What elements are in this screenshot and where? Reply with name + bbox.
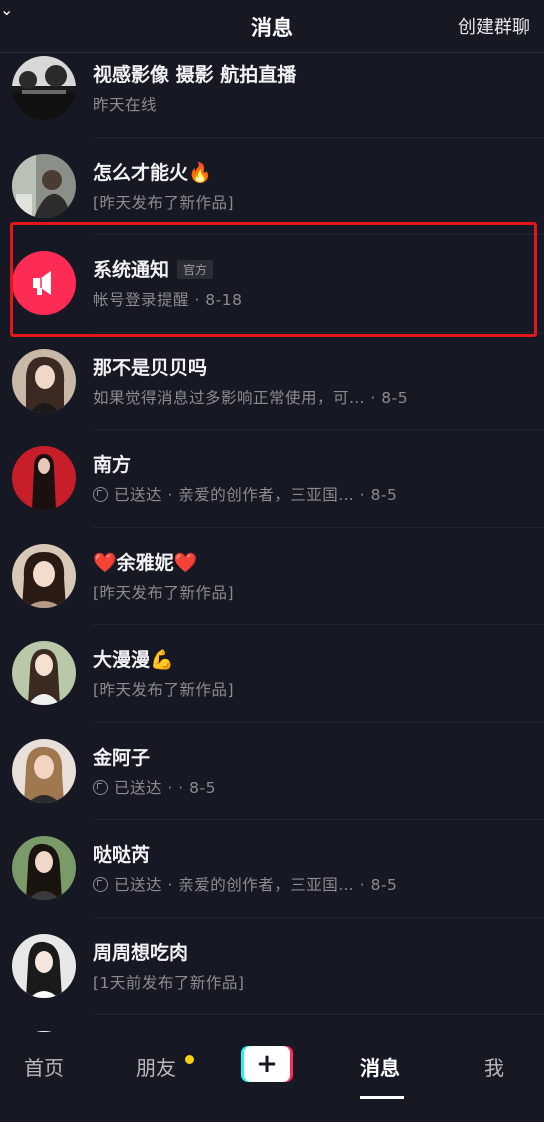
last-message: [昨天发布了新作品]: [93, 583, 235, 602]
conversation-row[interactable]: 南方 已送达 · 亲爱的创作者，三亚国… · 8-5: [0, 430, 544, 528]
pull-indicator: ⌄: [0, 0, 544, 19]
megaphone-icon[interactable]: [12, 251, 76, 315]
contact-name: 怎么才能火🔥: [93, 161, 212, 184]
conversation-row[interactable]: 怎么才能火🔥 [昨天发布了新作品]: [0, 138, 544, 235]
conversation-row[interactable]: 大漫漫💪 [昨天发布了新作品]: [0, 625, 544, 723]
notification-dot: [185, 1055, 194, 1064]
active-tab-indicator: [360, 1096, 404, 1099]
last-message: 帐号登录提醒 · 8-18: [93, 291, 243, 309]
user-avatar[interactable]: [12, 153, 76, 218]
system-notification-title: 系统通知: [93, 259, 170, 281]
conversation-row[interactable]: 哒哒芮 已送达 · 亲爱的创作者，三亚国… · 8-5: [0, 820, 544, 918]
nav-messages[interactable]: 消息: [360, 1052, 400, 1081]
contact-name: 周周想吃肉: [93, 941, 189, 964]
contact-name: 哒哒芮: [93, 844, 151, 866]
last-message: 已送达 · · 8-5: [93, 776, 216, 798]
last-message-text: 已送达 · · 8-5: [114, 778, 216, 797]
user-avatar[interactable]: [12, 738, 76, 803]
contact-name: 视感影像 摄影 航拍直播: [93, 64, 297, 86]
contact-name: 系统通知 官方: [93, 255, 214, 282]
nav-home[interactable]: 首页: [24, 1052, 64, 1081]
contact-name: 金阿子: [93, 746, 151, 769]
last-message: [昨天发布了新作品]: [93, 193, 235, 212]
official-badge: 官方: [177, 260, 214, 279]
contact-name: 南方: [93, 454, 132, 476]
last-message: [昨天发布了新作品]: [93, 681, 235, 699]
last-message: 已送达 · 亲爱的创作者，三亚国… · 8-5: [93, 873, 397, 895]
user-avatar[interactable]: [12, 446, 76, 510]
user-avatar[interactable]: [12, 836, 76, 900]
user-avatar[interactable]: [12, 348, 76, 413]
sent-status-icon: [93, 487, 108, 502]
last-message: 如果觉得消息过多影响正常使用，可… · 8-5: [93, 388, 409, 407]
conversation-row[interactable]: 视感影像 摄影 航拍直播 昨天在线: [0, 40, 544, 138]
sent-status-icon: [93, 779, 108, 795]
create-button[interactable]: +: [241, 1046, 294, 1082]
conversation-row[interactable]: ❤️余雅妮❤️ [昨天发布了新作品]: [0, 528, 544, 625]
conversation-row[interactable]: 金阿子 已送达 · · 8-5: [0, 723, 544, 820]
conversation-row[interactable]: 周周想吃肉 [1天前发布了新作品]: [0, 918, 544, 1015]
plus-icon: +: [244, 1046, 290, 1082]
user-avatar[interactable]: [12, 543, 76, 608]
last-message-text: 已送达 · 亲爱的创作者，三亚国… · 8-5: [114, 876, 398, 894]
last-message: 已送达 · 亲爱的创作者，三亚国… · 8-5: [93, 483, 397, 505]
last-message: [1天前发布了新作品]: [93, 973, 245, 992]
last-message-text: 已送达 · 亲爱的创作者，三亚国… · 8-5: [114, 486, 398, 504]
contact-name: 大漫漫💪: [93, 649, 174, 671]
user-avatar[interactable]: [12, 641, 76, 705]
contact-name: 那不是贝贝吗: [93, 356, 208, 379]
landscape-avatar[interactable]: [12, 56, 76, 120]
sent-status-icon: [93, 877, 108, 892]
conversation-list: 视感影像 摄影 航拍直播 昨天在线 怎么才能火🔥 [昨天发布了新作品] 系统通知…: [0, 40, 544, 1113]
bottom-nav: 首页 朋友 + 消息 我: [0, 1032, 544, 1122]
nav-me[interactable]: 我: [484, 1052, 504, 1081]
conversation-row[interactable]: 那不是贝贝吗 如果觉得消息过多影响正常使用，可… · 8-5: [0, 333, 544, 430]
user-avatar[interactable]: [12, 933, 76, 998]
conversation-row-system-notification[interactable]: 系统通知 官方 帐号登录提醒 · 8-18: [0, 235, 544, 333]
last-message: 昨天在线: [93, 96, 158, 114]
nav-friends[interactable]: 朋友: [136, 1052, 176, 1081]
create-group-button[interactable]: 创建群聊: [458, 13, 530, 39]
chevron-down-icon: ⌄: [0, 0, 14, 19]
contact-name: ❤️余雅妮❤️: [93, 551, 198, 574]
